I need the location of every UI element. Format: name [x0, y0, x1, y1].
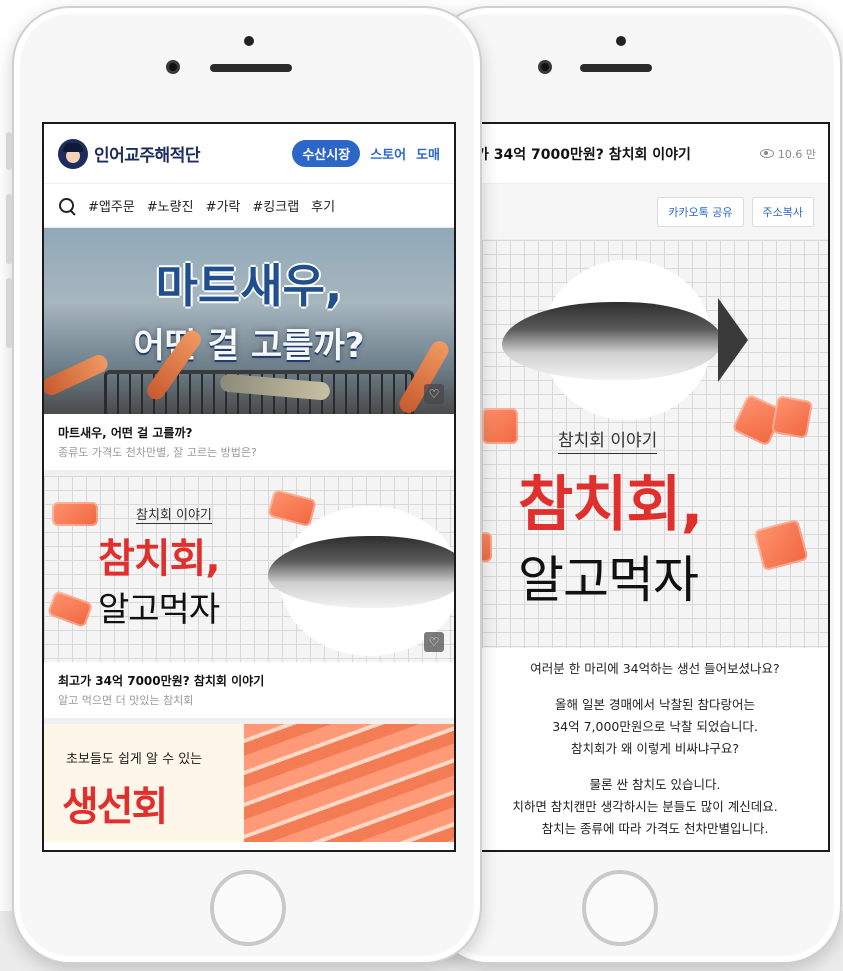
sashimi-tagline: 초보들도 쉽게 알 수 있는 [66, 752, 203, 767]
home-button-icon[interactable] [582, 870, 658, 946]
salmon-slice [52, 502, 98, 526]
hero-black-title: 알고먹자 [518, 551, 699, 609]
tuna-illustration [268, 536, 454, 608]
sashimi-headline: 생선회 [62, 784, 168, 830]
article-line: 참치회가 왜 이렇게 비싸냐구요? [570, 741, 740, 756]
phone-feed: 인어교주해적단 수산시장 스토어 도매 #앱주문 #노량진 #가락 #킹크랩 후… [6, 6, 482, 964]
tuna-red-title: 참치회, [98, 536, 221, 582]
shrimp-card-image[interactable]: 마트새우, 어떤 걸 고를까? ♡ [44, 228, 454, 414]
article-line: 치하면 참치캔만 생각하시는 분들도 많이 계신데요. [512, 799, 778, 814]
share-bar: 카카오톡 공유 주소복사 [482, 184, 828, 240]
hero-red-title: 참치회, [518, 470, 703, 540]
heart-icon[interactable]: ♡ [424, 632, 444, 652]
article-screen: 가 34억 7000만원? 참치회 이야기 10.6 만 카카오톡 공유 주소복… [482, 122, 830, 852]
article-title: 가 34억 7000만원? 참치회 이야기 [482, 146, 691, 163]
brand-name[interactable]: 인어교주해적단 [94, 141, 200, 166]
article-hero-image: 참치회 이야기 참치회, 알고먹자 [482, 240, 828, 648]
article-body: 여러분 한 마리에 34억하는 생선 들어보셨나요? 올해 일본 경매에서 낙찰… [482, 648, 828, 850]
tag-garak[interactable]: #가락 [206, 196, 241, 215]
sashimi-card-image[interactable]: 초보들도 쉽게 알 수 있는 생선회 [44, 724, 454, 842]
article-line: 올해 일본 경매에서 낙찰된 참다랑어는 [555, 697, 755, 712]
tag-noryangjin[interactable]: #노량진 [147, 196, 194, 215]
card-title: 최고가 34억 7000만원? 참치회 이야기 [58, 674, 265, 688]
tag-king-crab[interactable]: #킹크랩 [252, 196, 299, 215]
salmon-slice [267, 488, 317, 528]
sensor-icon [244, 36, 254, 46]
feed-screen: 인어교주해적단 수산시장 스토어 도매 #앱주문 #노량진 #가락 #킹크랩 후… [42, 122, 456, 852]
phone-article: 가 34억 7000만원? 참치회 이야기 10.6 만 카카오톡 공유 주소복… [430, 6, 842, 964]
shrimp-card-text[interactable]: 마트새우, 어떤 걸 고를까? 종류도 가격도 천차만별, 잘 고르는 방법은? [44, 414, 454, 476]
home-button-icon[interactable] [210, 870, 286, 946]
salmon-slice [482, 532, 492, 562]
article-line: 물론 싼 참치도 있습니다. [589, 777, 721, 792]
nav-store[interactable]: 스토어 [370, 144, 406, 163]
camera-icon [538, 60, 552, 74]
tuna-illustration [502, 302, 722, 380]
kakaotalk-share-button[interactable]: 카카오톡 공유 [657, 196, 744, 227]
nav-wholesale[interactable]: 도매 [416, 144, 440, 163]
shrimp-headline: 마트새우, [155, 259, 343, 313]
copy-address-button[interactable]: 주소복사 [751, 196, 814, 227]
camera-icon [166, 60, 180, 74]
tag-bar: #앱주문 #노량진 #가락 #킹크랩 후기 [44, 184, 454, 228]
tuna-tail [718, 298, 748, 382]
tuna-card-text[interactable]: 최고가 34억 7000만원? 참치회 이야기 알고 먹으면 더 맛있는 참치회 [44, 662, 454, 724]
tuna-black-title: 알고먹자 [98, 590, 220, 630]
article-line: 여러분 한 마리에 34억하는 생선 들어보셨나요? [530, 661, 780, 676]
article-header: 가 34억 7000만원? 참치회 이야기 10.6 만 [482, 124, 828, 184]
article-line: 참치는 종류에 따라 가격도 천차만별입니다. [541, 821, 769, 836]
speaker-grille [210, 64, 292, 72]
view-count-value: 10.6 만 [777, 147, 816, 161]
salmon-slice [46, 589, 94, 629]
speaker-grille [580, 64, 652, 72]
article-line: 34억 7,000만원으로 낙찰 되었습니다. [552, 719, 758, 734]
eye-icon [759, 149, 774, 158]
side-button [6, 132, 12, 170]
search-icon[interactable] [58, 197, 76, 215]
logo-icon[interactable] [58, 138, 88, 169]
tag-reviews[interactable]: 후기 [311, 196, 335, 215]
salmon-slice [753, 518, 809, 572]
tag-app-order[interactable]: #앱주문 [88, 196, 135, 215]
sashimi-platter [244, 724, 454, 842]
card-title: 마트새우, 어떤 걸 고를까? [58, 426, 193, 440]
tuna-card-image[interactable]: 참치회 이야기 참치회, 알고먹자 ♡ [44, 476, 454, 662]
nav-fish-market[interactable]: 수산시장 [292, 140, 361, 167]
card-subtitle: 알고 먹으면 더 맛있는 참치회 [58, 694, 194, 707]
hero-label: 참치회 이야기 [558, 426, 658, 454]
salmon-slice [482, 408, 518, 444]
heart-icon[interactable]: ♡ [424, 384, 444, 404]
app-header: 인어교주해적단 수산시장 스토어 도매 [44, 124, 454, 184]
side-button [6, 194, 12, 264]
sensor-icon [616, 36, 626, 46]
side-button [6, 278, 12, 348]
top-nav: 수산시장 스토어 도매 [292, 140, 440, 167]
card-subtitle: 종류도 가격도 천차만별, 잘 고르는 방법은? [58, 446, 257, 459]
view-count: 10.6 만 [759, 146, 816, 162]
tuna-label: 참치회 이야기 [136, 504, 212, 524]
salmon-slice [770, 395, 814, 439]
